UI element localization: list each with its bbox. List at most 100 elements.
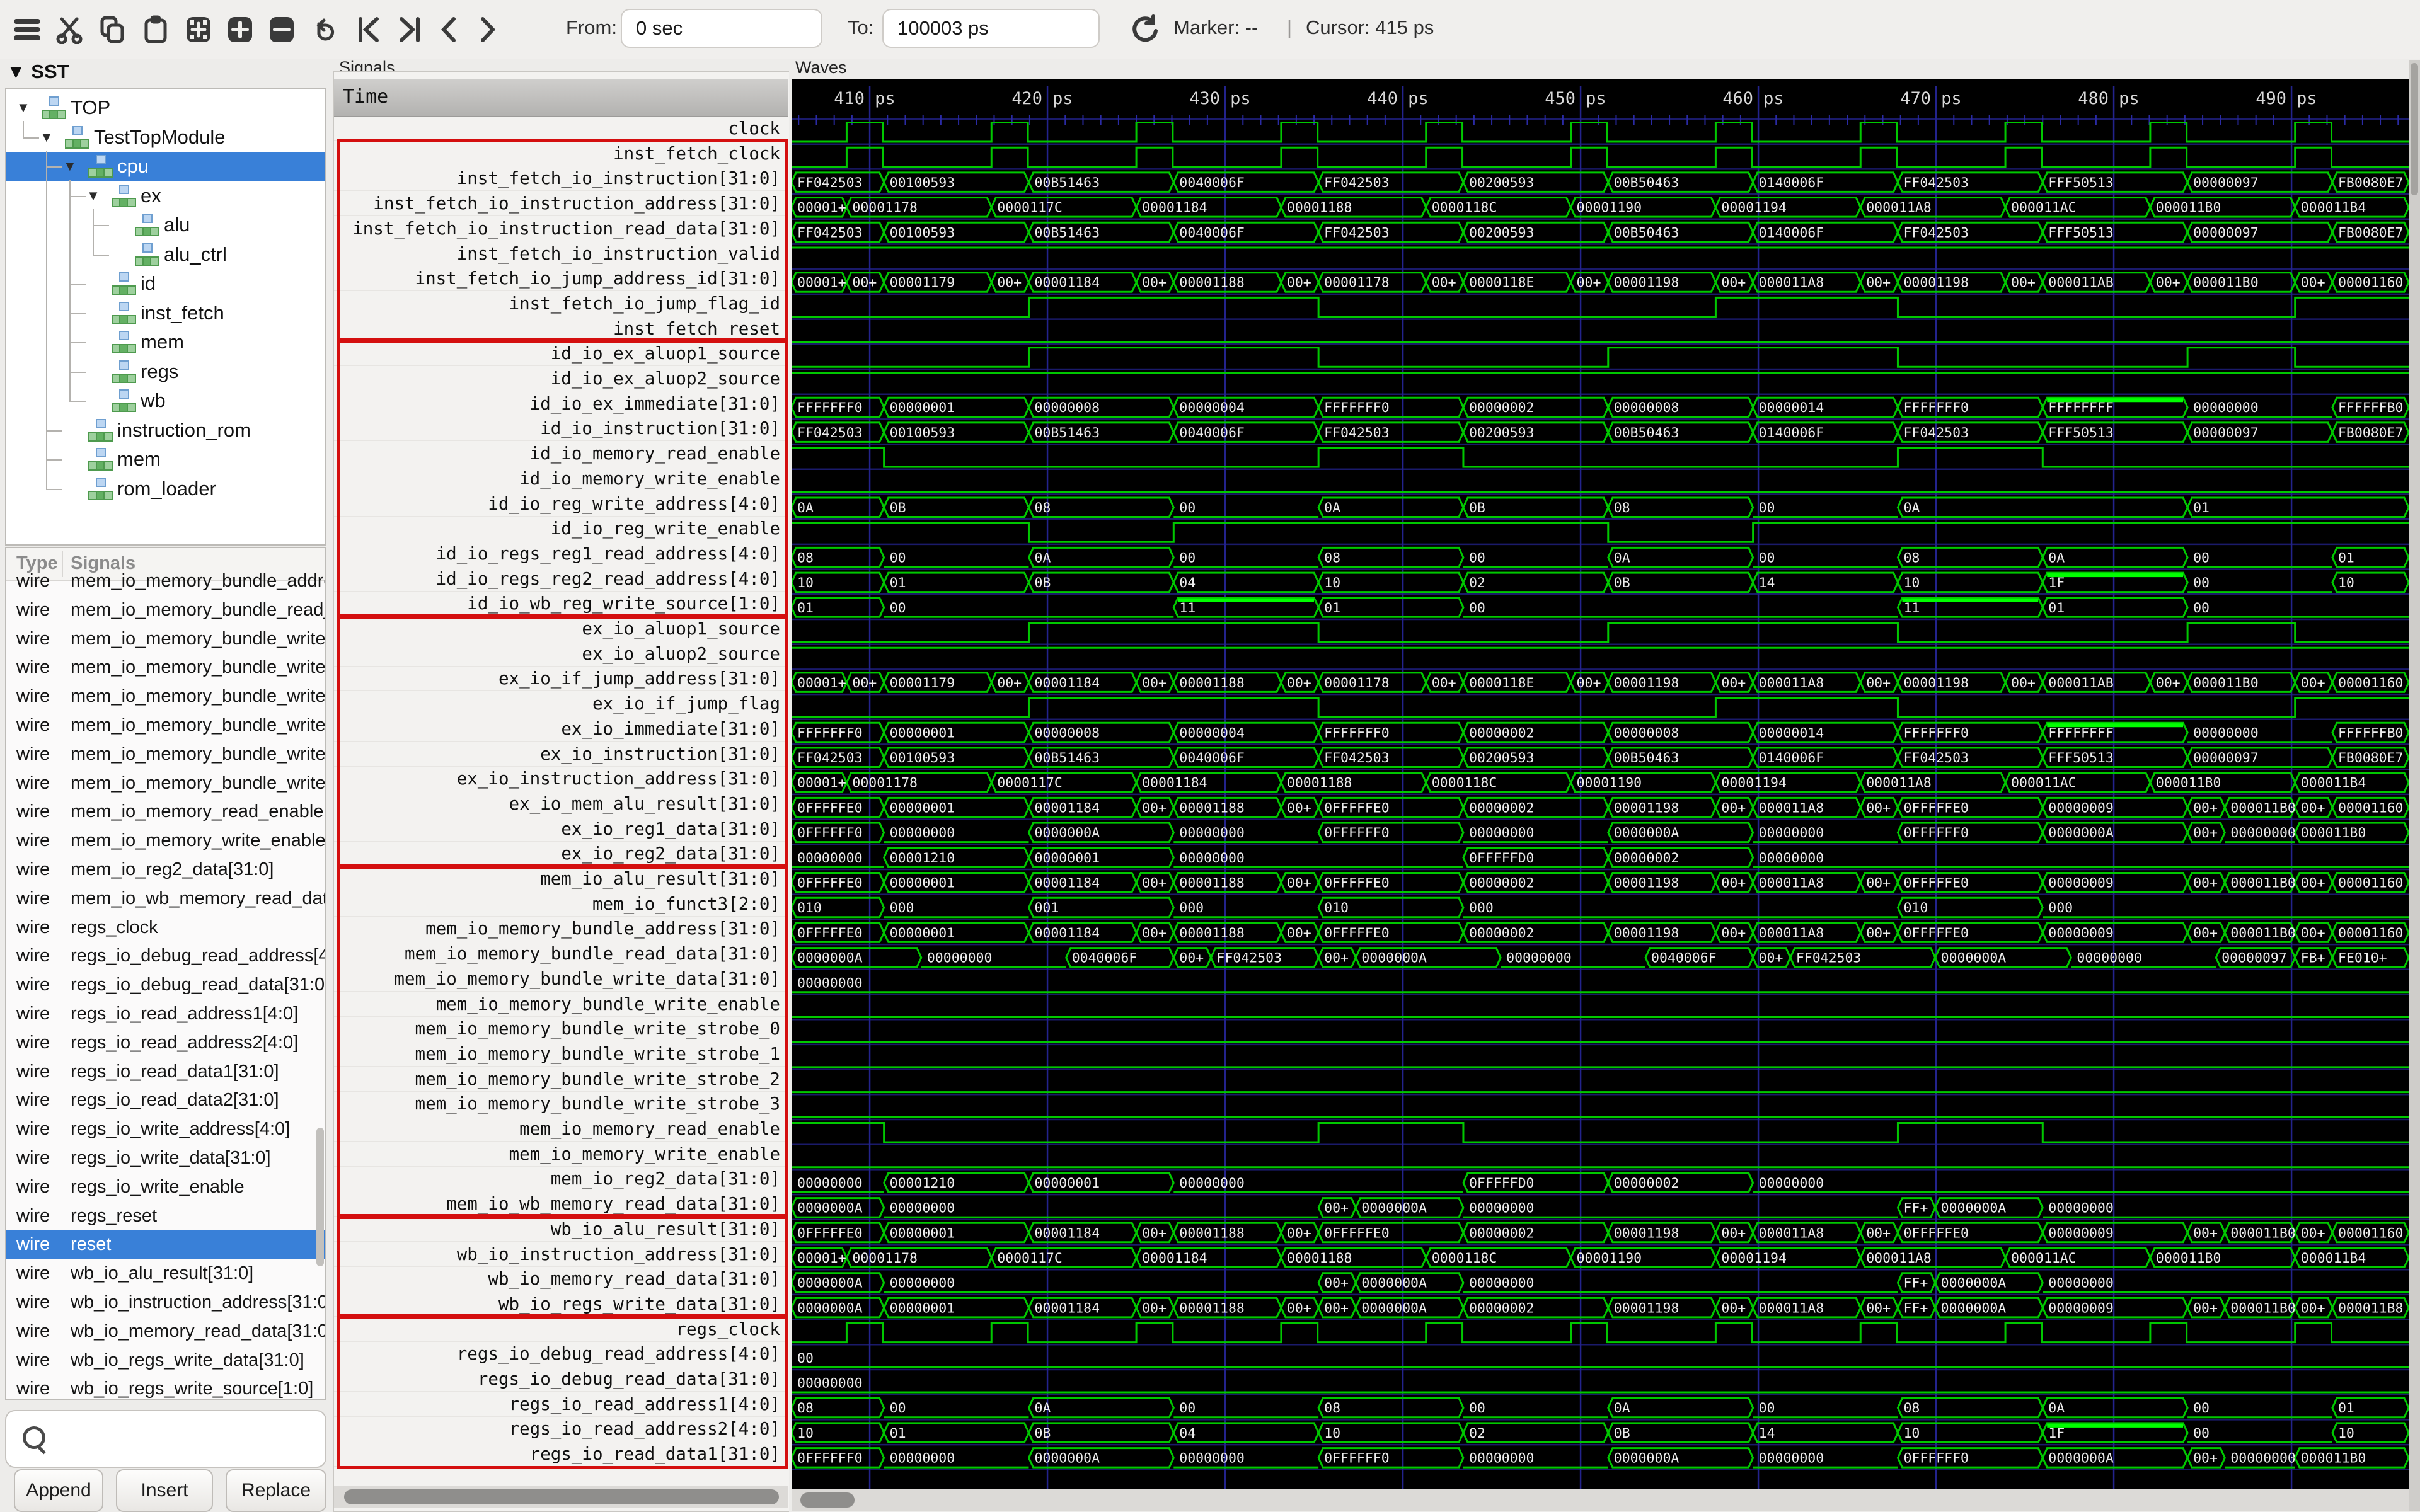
- signal-row-regs_io_debug_read_data[31:0][interactable]: regs_io_debug_read_data[31:0]: [334, 1366, 786, 1392]
- signal-row-mem_io_memory_bundle_address[31:0][interactable]: mem_io_memory_bundle_address[31:0]: [334, 916, 786, 941]
- signal-row-id_io_instruction[31:0][interactable]: id_io_instruction[31:0]: [334, 416, 786, 441]
- from-input[interactable]: 0 sec: [621, 9, 822, 48]
- tree-item-regs[interactable]: regs: [6, 357, 325, 386]
- expander-icon[interactable]: ▼: [16, 100, 30, 116]
- replace-button[interactable]: Replace: [226, 1469, 326, 1512]
- signal-table-row-wb_io_instruction_address[31:0][interactable]: wirewb_io_instruction_address[31:0]: [6, 1288, 325, 1317]
- signal-row-mem_io_funct3[2:0][interactable]: mem_io_funct3[2:0]: [334, 891, 786, 917]
- signal-row-id_io_ex_aluop2_source[interactable]: id_io_ex_aluop2_source: [334, 366, 786, 391]
- signal-table-row-mem_io_memory_bundle_address[31:0][interactable]: wiremem_io_memory_bundle_address[31:0]: [6, 567, 325, 596]
- signal-row-wb_io_regs_write_data[31:0][interactable]: wb_io_regs_write_data[31:0]: [334, 1292, 786, 1317]
- signal-row-mem_io_memory_bundle_write_strobe_2[interactable]: mem_io_memory_bundle_write_strobe_2: [334, 1067, 786, 1092]
- signal-table-row-mem_io_memory_bundle_read_data[31:0][interactable]: wiremem_io_memory_bundle_read_data[31:0]: [6, 596, 325, 625]
- cut-icon[interactable]: [54, 14, 86, 45]
- zoom-fit-icon[interactable]: [183, 14, 214, 45]
- expander-icon[interactable]: ▼: [86, 188, 100, 204]
- signal-table-row-regs_io_write_data[31:0][interactable]: wireregs_io_write_data[31:0]: [6, 1144, 325, 1173]
- signal-table-row-regs_io_write_address[4:0][interactable]: wireregs_io_write_address[4:0]: [6, 1115, 325, 1144]
- signal-row-mem_io_wb_memory_read_data[31:0][interactable]: mem_io_wb_memory_read_data[31:0]: [334, 1191, 786, 1217]
- tree-item-ex[interactable]: ▼ex: [6, 181, 325, 210]
- signal-row-mem_io_memory_bundle_write_data[31:0][interactable]: mem_io_memory_bundle_write_data[31:0]: [334, 966, 786, 992]
- signal-row-id_io_ex_immediate[31:0][interactable]: id_io_ex_immediate[31:0]: [334, 391, 786, 416]
- wave-row-wb_io_instruction_address[31:0][interactable]: 00001+000011780000117C000011840000118800…: [792, 1248, 2409, 1268]
- wave-row-inst_fetch_io_instruction_address[31:0][interactable]: 00001+000011780000117C000011840000118800…: [792, 198, 2409, 217]
- tree-item-id[interactable]: id: [6, 269, 325, 298]
- waveform-canvas[interactable]: 410ps420ps430ps440ps450ps460ps470ps480ps…: [792, 79, 2409, 1489]
- signal-table-row-regs_io_debug_read_address[4:0][interactable]: wireregs_io_debug_read_address[4:0]: [6, 942, 325, 971]
- signal-row-ex_io_if_jump_address[31:0][interactable]: ex_io_if_jump_address[31:0]: [334, 666, 786, 691]
- signal-row-ex_io_aluop1_source[interactable]: ex_io_aluop1_source: [334, 616, 786, 641]
- signal-table-row-mem_io_memory_write_enable[interactable]: wiremem_io_memory_write_enable: [6, 827, 325, 856]
- zoom-out-icon[interactable]: [266, 14, 297, 45]
- signal-row-mem_io_reg2_data[31:0][interactable]: mem_io_reg2_data[31:0]: [334, 1166, 786, 1191]
- signal-row-mem_io_alu_result[31:0][interactable]: mem_io_alu_result[31:0]: [334, 866, 786, 891]
- expander-icon[interactable]: ▼: [40, 129, 54, 146]
- signal-table-row-regs_io_read_data2[31:0][interactable]: wireregs_io_read_data2[31:0]: [6, 1086, 325, 1115]
- signal-row-inst_fetch_io_instruction[31:0][interactable]: inst_fetch_io_instruction[31:0]: [334, 166, 786, 191]
- signal-table-row-reset[interactable]: wirereset: [6, 1230, 325, 1259]
- wave-row-ex_io_if_jump_address[31:0][interactable]: 00001+00+0000117900+0000118400+000011880…: [792, 673, 2409, 692]
- signal-row-inst_fetch_io_instruction_address[31:0][interactable]: inst_fetch_io_instruction_address[31:0]: [334, 191, 786, 216]
- signal-row-wb_io_alu_result[31:0][interactable]: wb_io_alu_result[31:0]: [334, 1217, 786, 1242]
- copy-icon[interactable]: [97, 14, 129, 45]
- signal-row-ex_io_immediate[31:0][interactable]: ex_io_immediate[31:0]: [334, 716, 786, 742]
- tree-item-TestTopModule[interactable]: ▼TestTopModule: [6, 123, 325, 152]
- time-header[interactable]: Time: [334, 79, 788, 117]
- signal-row-regs_io_read_data1[31:0][interactable]: regs_io_read_data1[31:0]: [334, 1441, 786, 1467]
- signal-row-mem_io_memory_bundle_write_strobe_3[interactable]: mem_io_memory_bundle_write_strobe_3: [334, 1091, 786, 1116]
- signal-table-row-regs_io_read_address2[4:0][interactable]: wireregs_io_read_address2[4:0]: [6, 1029, 325, 1058]
- signal-table-row-mem_io_memory_bundle_write_strobe_3[interactable]: wiremem_io_memory_bundle_write_strobe_3: [6, 769, 325, 798]
- signal-row-wb_io_instruction_address[31:0][interactable]: wb_io_instruction_address[31:0]: [334, 1242, 786, 1267]
- signal-row-regs_io_debug_read_address[4:0][interactable]: regs_io_debug_read_address[4:0]: [334, 1341, 786, 1366]
- signal-row-wb_io_memory_read_data[31:0][interactable]: wb_io_memory_read_data[31:0]: [334, 1266, 786, 1292]
- signal-table-scrollbar[interactable]: [316, 1128, 324, 1266]
- append-button[interactable]: Append: [14, 1469, 103, 1512]
- signal-row-ex_io_mem_alu_result[31:0][interactable]: ex_io_mem_alu_result[31:0]: [334, 791, 786, 816]
- sst-section-header[interactable]: ▼ SST: [6, 60, 69, 83]
- waves-hscrollbar-thumb[interactable]: [800, 1492, 855, 1508]
- go-to-start-icon[interactable]: [353, 14, 384, 45]
- signals-hscrollbar[interactable]: [334, 1486, 788, 1508]
- signal-row-inst_fetch_io_jump_address_id[31:0][interactable]: inst_fetch_io_jump_address_id[31:0]: [334, 266, 786, 291]
- tree-item-alu[interactable]: alu: [6, 210, 325, 239]
- signal-table-row-mem_io_wb_memory_read_data[31:0][interactable]: wiremem_io_wb_memory_read_data[31:0]: [6, 885, 325, 914]
- signals-hscrollbar-thumb[interactable]: [344, 1489, 779, 1504]
- tree-item-TOP[interactable]: ▼TOP: [6, 93, 325, 122]
- signal-row-inst_fetch_io_instruction_read_data[31:0][interactable]: inst_fetch_io_instruction_read_data[31:0…: [334, 216, 786, 241]
- tree-item-alu_ctrl[interactable]: alu_ctrl: [6, 240, 325, 269]
- signal-row-regs_clock[interactable]: regs_clock: [334, 1317, 786, 1342]
- signal-table-row-wb_io_regs_write_source[1:0][interactable]: wirewb_io_regs_write_source[1:0]: [6, 1375, 325, 1400]
- paste-icon[interactable]: [140, 14, 171, 45]
- waves-vscrollbar-thumb[interactable]: [2411, 63, 2418, 195]
- signal-table-row-regs_io_read_address1[4:0][interactable]: wireregs_io_read_address1[4:0]: [6, 1000, 325, 1029]
- signal-table-row-regs_io_write_enable[interactable]: wireregs_io_write_enable: [6, 1173, 325, 1202]
- go-to-end-icon[interactable]: [394, 14, 425, 45]
- signal-row-clock[interactable]: clock: [334, 116, 786, 141]
- signal-row-id_io_reg_write_address[4:0][interactable]: id_io_reg_write_address[4:0]: [334, 491, 786, 517]
- tree-item-wb[interactable]: wb: [6, 386, 325, 415]
- signal-row-inst_fetch_io_instruction_valid[interactable]: inst_fetch_io_instruction_valid: [334, 241, 786, 266]
- signal-row-ex_io_reg1_data[31:0][interactable]: ex_io_reg1_data[31:0]: [334, 816, 786, 842]
- step-left-icon[interactable]: [434, 14, 465, 45]
- menu-icon[interactable]: [11, 14, 43, 45]
- signal-row-ex_io_instruction[31:0][interactable]: ex_io_instruction[31:0]: [334, 742, 786, 767]
- signal-row-id_io_ex_aluop1_source[interactable]: id_io_ex_aluop1_source: [334, 341, 786, 366]
- signal-row-id_io_memory_read_enable[interactable]: id_io_memory_read_enable: [334, 441, 786, 466]
- signal-row-regs_io_read_address1[4:0][interactable]: regs_io_read_address1[4:0]: [334, 1392, 786, 1417]
- expander-icon[interactable]: ▼: [63, 158, 77, 175]
- signal-row-mem_io_memory_write_enable[interactable]: mem_io_memory_write_enable: [334, 1142, 786, 1167]
- signal-table-row-wb_io_alu_result[31:0][interactable]: wirewb_io_alu_result[31:0]: [6, 1259, 325, 1288]
- signal-table-row-mem_io_memory_bundle_write_strobe_0[interactable]: wiremem_io_memory_bundle_write_strobe_0: [6, 682, 325, 711]
- step-right-icon[interactable]: [471, 14, 503, 45]
- signal-table-row-mem_io_memory_bundle_write_strobe_2[interactable]: wiremem_io_memory_bundle_write_strobe_2: [6, 740, 325, 769]
- signal-row-mem_io_memory_bundle_write_enable[interactable]: mem_io_memory_bundle_write_enable: [334, 992, 786, 1017]
- signal-row-mem_io_memory_bundle_read_data[31:0][interactable]: mem_io_memory_bundle_read_data[31:0]: [334, 941, 786, 966]
- waves-vscrollbar[interactable]: [2409, 60, 2420, 1511]
- signal-table-row-regs_clock[interactable]: wireregs_clock: [6, 914, 325, 942]
- signal-row-inst_fetch_clock[interactable]: inst_fetch_clock: [334, 141, 786, 166]
- wave-row-ex_io_instruction_address[31:0][interactable]: 00001+000011780000117C000011840000118800…: [792, 773, 2409, 793]
- signal-search-input[interactable]: [5, 1410, 326, 1468]
- signal-row-id_io_regs_reg1_read_address[4:0][interactable]: id_io_regs_reg1_read_address[4:0]: [334, 541, 786, 566]
- waves-hscrollbar[interactable]: [792, 1489, 2409, 1511]
- signal-row-ex_io_instruction_address[31:0][interactable]: ex_io_instruction_address[31:0]: [334, 766, 786, 791]
